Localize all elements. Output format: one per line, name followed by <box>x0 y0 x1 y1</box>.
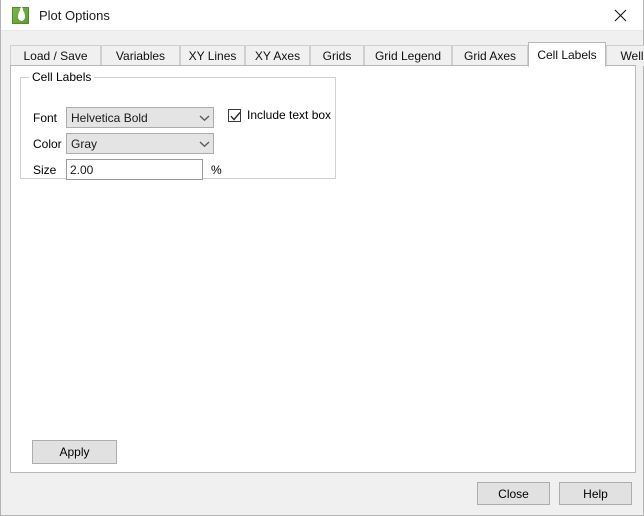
chevron-down-icon <box>195 140 213 148</box>
cell-labels-group: Cell Labels Font Helvetica Bold Include … <box>20 70 336 180</box>
window-title: Plot Options <box>39 8 110 23</box>
color-combo[interactable]: Gray <box>66 133 214 154</box>
apply-button[interactable]: Apply <box>32 440 117 464</box>
help-button[interactable]: Help <box>559 482 632 505</box>
title-bar: Plot Options <box>1 0 643 31</box>
plot-options-dialog: Plot Options Load / Save Variables XY Li… <box>0 0 644 516</box>
tab-page-cell-labels: Cell Labels Font Helvetica Bold Include … <box>10 65 636 473</box>
include-text-box-checkbox[interactable]: Include text box <box>228 108 331 122</box>
tab-xy-lines[interactable]: XY Lines <box>180 45 245 66</box>
font-combo[interactable]: Helvetica Bold <box>66 107 214 128</box>
tab-wells[interactable]: Wells <box>606 45 644 66</box>
tab-strip: Load / Save Variables XY Lines XY Axes G… <box>10 42 644 67</box>
chevron-down-icon <box>195 114 213 122</box>
tab-xy-axes[interactable]: XY Axes <box>245 45 310 66</box>
include-text-box-label: Include text box <box>247 108 332 122</box>
tab-grids[interactable]: Grids <box>310 45 364 66</box>
tab-cell-labels[interactable]: Cell Labels <box>528 42 606 67</box>
tab-grid-axes[interactable]: Grid Axes <box>452 45 528 66</box>
group-legend: Cell Labels <box>29 70 95 84</box>
checkbox-box <box>228 108 241 122</box>
font-combo-value: Helvetica Bold <box>71 110 148 125</box>
color-combo-value: Gray <box>71 136 98 151</box>
tab-load-save[interactable]: Load / Save <box>10 45 101 66</box>
water-drop-icon <box>12 7 29 24</box>
close-button[interactable]: Close <box>477 482 550 505</box>
size-unit-label: % <box>211 163 222 177</box>
tab-grid-legend[interactable]: Grid Legend <box>364 45 452 66</box>
font-label: Font <box>33 111 58 125</box>
size-label: Size <box>33 163 57 177</box>
tab-variables[interactable]: Variables <box>101 45 180 66</box>
color-label: Color <box>33 137 62 151</box>
close-icon[interactable] <box>597 0 643 31</box>
size-input[interactable] <box>66 159 203 180</box>
